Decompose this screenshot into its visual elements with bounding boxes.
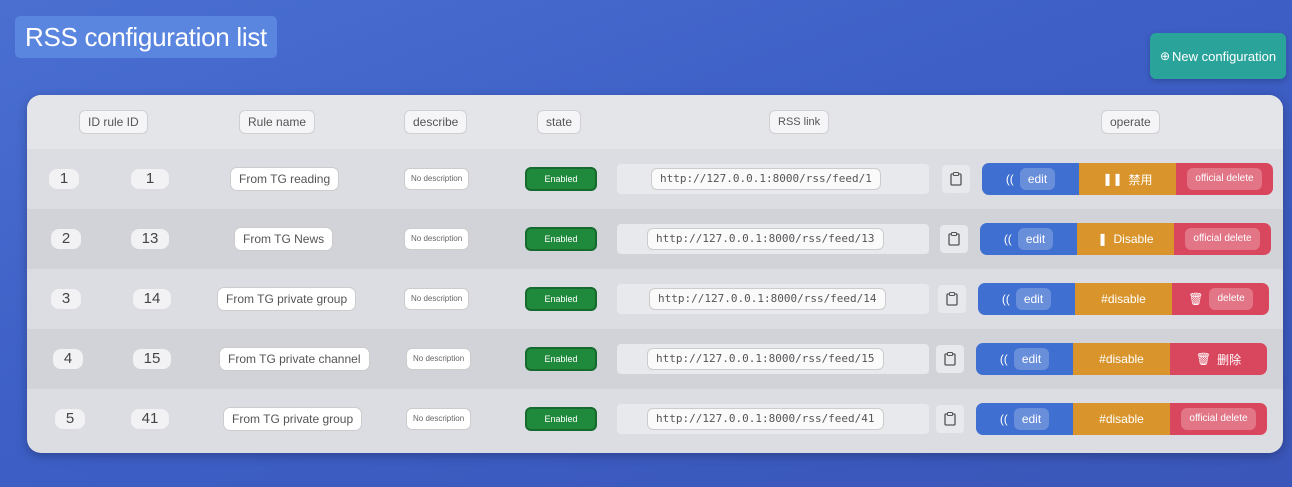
col-rule-name: Rule name: [239, 110, 316, 134]
copy-button[interactable]: [940, 225, 968, 253]
delete-button[interactable]: 🗑 删除: [1170, 343, 1267, 375]
rss-link[interactable]: http://127.0.0.1:8000/rss/feed/13: [647, 228, 884, 250]
table-row: 4 15 From TG private channel No descript…: [27, 329, 1283, 389]
rule-id: 1: [131, 169, 169, 189]
row-operations: ((edit #disable official delete: [976, 403, 1267, 435]
disable-button[interactable]: #disable: [1075, 283, 1172, 315]
edit-button[interactable]: ((edit: [978, 283, 1075, 315]
rule-description: No description: [406, 408, 472, 430]
edit-button[interactable]: ((edit: [982, 163, 1079, 195]
copy-button[interactable]: [938, 285, 966, 313]
delete-button[interactable]: 🗑 delete: [1172, 283, 1269, 315]
disable-button[interactable]: ❚ Disable: [1077, 223, 1174, 255]
delete-button[interactable]: official delete: [1174, 223, 1271, 255]
clipboard-icon: [950, 172, 962, 186]
status-badge: Enabled: [525, 287, 597, 311]
rss-link[interactable]: http://127.0.0.1:8000/rss/feed/1: [651, 168, 881, 190]
trash-icon: 🗑: [1188, 292, 1204, 306]
row-index: 4: [53, 349, 83, 369]
table-row: 3 14 From TG private group No descriptio…: [27, 269, 1283, 329]
status-badge: Enabled: [525, 407, 597, 431]
disable-button[interactable]: #disable: [1073, 403, 1170, 435]
rule-description: No description: [404, 228, 470, 250]
rule-description: No description: [404, 168, 470, 190]
rss-link[interactable]: http://127.0.0.1:8000/rss/feed/14: [649, 288, 886, 310]
clipboard-icon: [944, 412, 956, 426]
edit-button[interactable]: ((edit: [980, 223, 1077, 255]
col-operate: operate: [1101, 110, 1160, 134]
disable-button[interactable]: #disable: [1073, 343, 1170, 375]
row-operations: ((edit #disable 🗑 删除: [976, 343, 1267, 375]
rss-link-box: http://127.0.0.1:8000/rss/feed/41: [617, 404, 929, 434]
col-state: state: [537, 110, 582, 134]
rule-id: 15: [133, 349, 171, 369]
rule-id: 14: [133, 289, 171, 309]
plus-circle-icon: ⊕: [1159, 49, 1170, 63]
row-index: 3: [51, 289, 81, 309]
rule-name: From TG News: [234, 227, 334, 251]
table-row: 5 41 From TG private group No descriptio…: [27, 389, 1283, 449]
status-badge: Enabled: [525, 167, 597, 191]
rss-icon: ((: [1001, 292, 1010, 306]
status-badge: Enabled: [525, 347, 597, 371]
copy-button[interactable]: [942, 165, 970, 193]
trash-icon: 🗑: [1195, 352, 1212, 366]
table-header: ID rule ID Rule name describe state RSS …: [27, 95, 1283, 149]
row-operations: ((edit ❚ Disable official delete: [980, 223, 1271, 255]
clipboard-icon: [946, 292, 958, 306]
status-badge: Enabled: [525, 227, 597, 251]
rss-link[interactable]: http://127.0.0.1:8000/rss/feed/15: [647, 348, 884, 370]
col-rss-link: RSS link: [769, 110, 830, 134]
rss-link-box: http://127.0.0.1:8000/rss/feed/14: [617, 284, 929, 314]
rule-name: From TG private group: [217, 287, 357, 311]
row-operations: ((edit #disable 🗑 delete: [978, 283, 1269, 315]
rule-description: No description: [406, 348, 472, 370]
col-describe: describe: [404, 110, 468, 134]
rss-icon: ((: [1005, 172, 1014, 186]
rule-id: 41: [131, 409, 169, 429]
rss-icon: ((: [999, 412, 1008, 426]
rule-description: No description: [404, 288, 470, 310]
delete-button[interactable]: official delete: [1170, 403, 1267, 435]
rss-icon: ((: [999, 352, 1008, 366]
table-row: 1 1 From TG reading No description Enabl…: [27, 149, 1283, 209]
row-index: 1: [49, 169, 79, 189]
row-index: 5: [55, 409, 85, 429]
rss-link[interactable]: http://127.0.0.1:8000/rss/feed/41: [647, 408, 884, 430]
edit-button[interactable]: ((edit: [976, 403, 1073, 435]
rss-link-box: http://127.0.0.1:8000/rss/feed/13: [617, 224, 929, 254]
rss-table: ID rule ID Rule name describe state RSS …: [27, 95, 1283, 453]
rss-link-box: http://127.0.0.1:8000/rss/feed/1: [617, 164, 929, 194]
rule-id: 13: [131, 229, 169, 249]
pause-icon: ❚: [1097, 232, 1108, 246]
col-id: ID rule ID: [79, 110, 148, 134]
disable-button[interactable]: ❚❚ 禁用: [1079, 163, 1176, 195]
delete-button[interactable]: official delete: [1176, 163, 1273, 195]
table-row: 2 13 From TG News No description Enabled…: [27, 209, 1283, 269]
page-title: RSS configuration list: [15, 16, 277, 58]
rss-icon: ((: [1003, 232, 1012, 246]
rule-name: From TG private group: [223, 407, 363, 431]
new-configuration-button[interactable]: ⊕ New configuration: [1150, 33, 1286, 79]
row-index: 2: [51, 229, 81, 249]
copy-button[interactable]: [936, 345, 964, 373]
new-configuration-label: New configuration: [1172, 48, 1277, 64]
rss-link-box: http://127.0.0.1:8000/rss/feed/15: [617, 344, 929, 374]
edit-button[interactable]: ((edit: [976, 343, 1073, 375]
copy-button[interactable]: [936, 405, 964, 433]
rule-name: From TG private channel: [219, 347, 370, 371]
rule-name: From TG reading: [230, 167, 340, 191]
pause-icon: ❚❚: [1102, 172, 1123, 186]
clipboard-icon: [944, 352, 956, 366]
row-operations: ((edit ❚❚ 禁用 official delete: [982, 163, 1273, 195]
clipboard-icon: [948, 232, 960, 246]
